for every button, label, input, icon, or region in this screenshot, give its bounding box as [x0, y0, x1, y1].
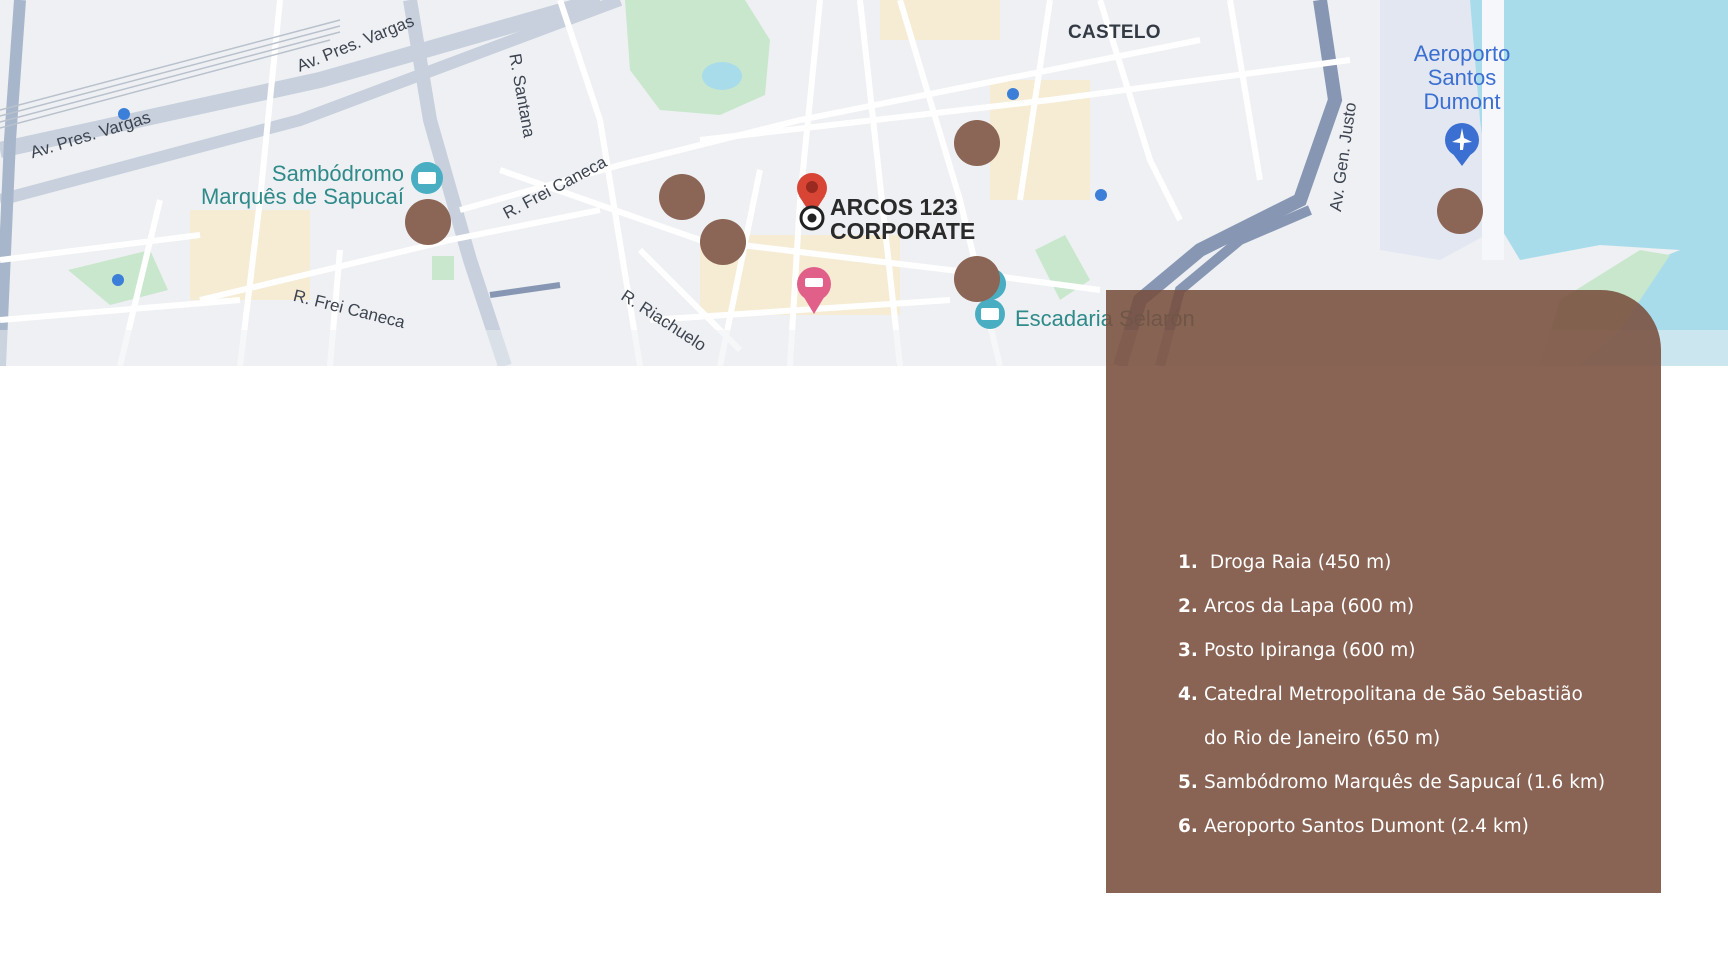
airport-line1: Aeroporto	[1413, 41, 1511, 66]
list-item-text: Arcos da Lapa (600 m)	[1204, 596, 1415, 617]
marker-arcos-da-lapa[interactable]	[659, 174, 705, 220]
label-castelo: CASTELO	[1068, 22, 1161, 43]
list-item: 4. Catedral Metropolitana de São Sebastiã…	[1178, 673, 1624, 761]
marker-catedral[interactable]	[954, 120, 1000, 166]
list-item-number: 5.	[1178, 772, 1198, 793]
marker-droga-raia[interactable]	[700, 219, 746, 265]
list-item-number: 1.	[1178, 552, 1198, 573]
marker-airport[interactable]	[1437, 188, 1483, 234]
label-sambodromo: Sambódromo Marquês de Sapucaí	[182, 162, 404, 208]
list-item: 1. Droga Raia (450 m)	[1178, 541, 1624, 585]
list-item-number: 4.	[1178, 684, 1198, 705]
sambodromo-line2: Marquês de Sapucaí	[200, 184, 404, 209]
list-item-number: 3.	[1178, 640, 1198, 661]
arcos-line2: CORPORATE	[830, 218, 976, 244]
arcos-line1: ARCOS 123	[830, 194, 958, 220]
list-item: 2. Arcos da Lapa (600 m)	[1178, 585, 1624, 629]
list-item-text: Droga Raia (450 m)	[1204, 552, 1392, 573]
label-arcos-123: ARCOS 123 CORPORATE	[830, 195, 975, 243]
airport-line2: Santos	[1427, 65, 1497, 90]
list-item-text: Catedral Metropolitana de São Sebastião …	[1204, 684, 1583, 749]
list-item-number: 2.	[1178, 596, 1198, 617]
list-item: 3. Posto Ipiranga (600 m)	[1178, 629, 1624, 673]
marker-posto-ipiranga[interactable]	[954, 256, 1000, 302]
list-item: 5. Sambódromo Marquês de Sapucaí (1.6 km)	[1178, 761, 1624, 805]
marker-sambodromo[interactable]	[405, 199, 451, 245]
list-item-text: Aeroporto Santos Dumont (2.4 km)	[1204, 816, 1529, 837]
list-item: 6. Aeroporto Santos Dumont (2.4 km)	[1178, 805, 1624, 849]
label-airport: Aeroporto Santos Dumont	[1392, 42, 1532, 114]
airport-line3: Dumont	[1423, 89, 1501, 114]
list-item-text: Sambódromo Marquês de Sapucaí (1.6 km)	[1204, 772, 1606, 793]
nearby-places-list: 1. Droga Raia (450 m) 2. Arcos da Lapa (6…	[1178, 541, 1624, 849]
sambodromo-line1: Sambódromo	[271, 161, 404, 186]
list-item-number: 6.	[1178, 816, 1198, 837]
list-item-text: Posto Ipiranga (600 m)	[1204, 640, 1416, 661]
